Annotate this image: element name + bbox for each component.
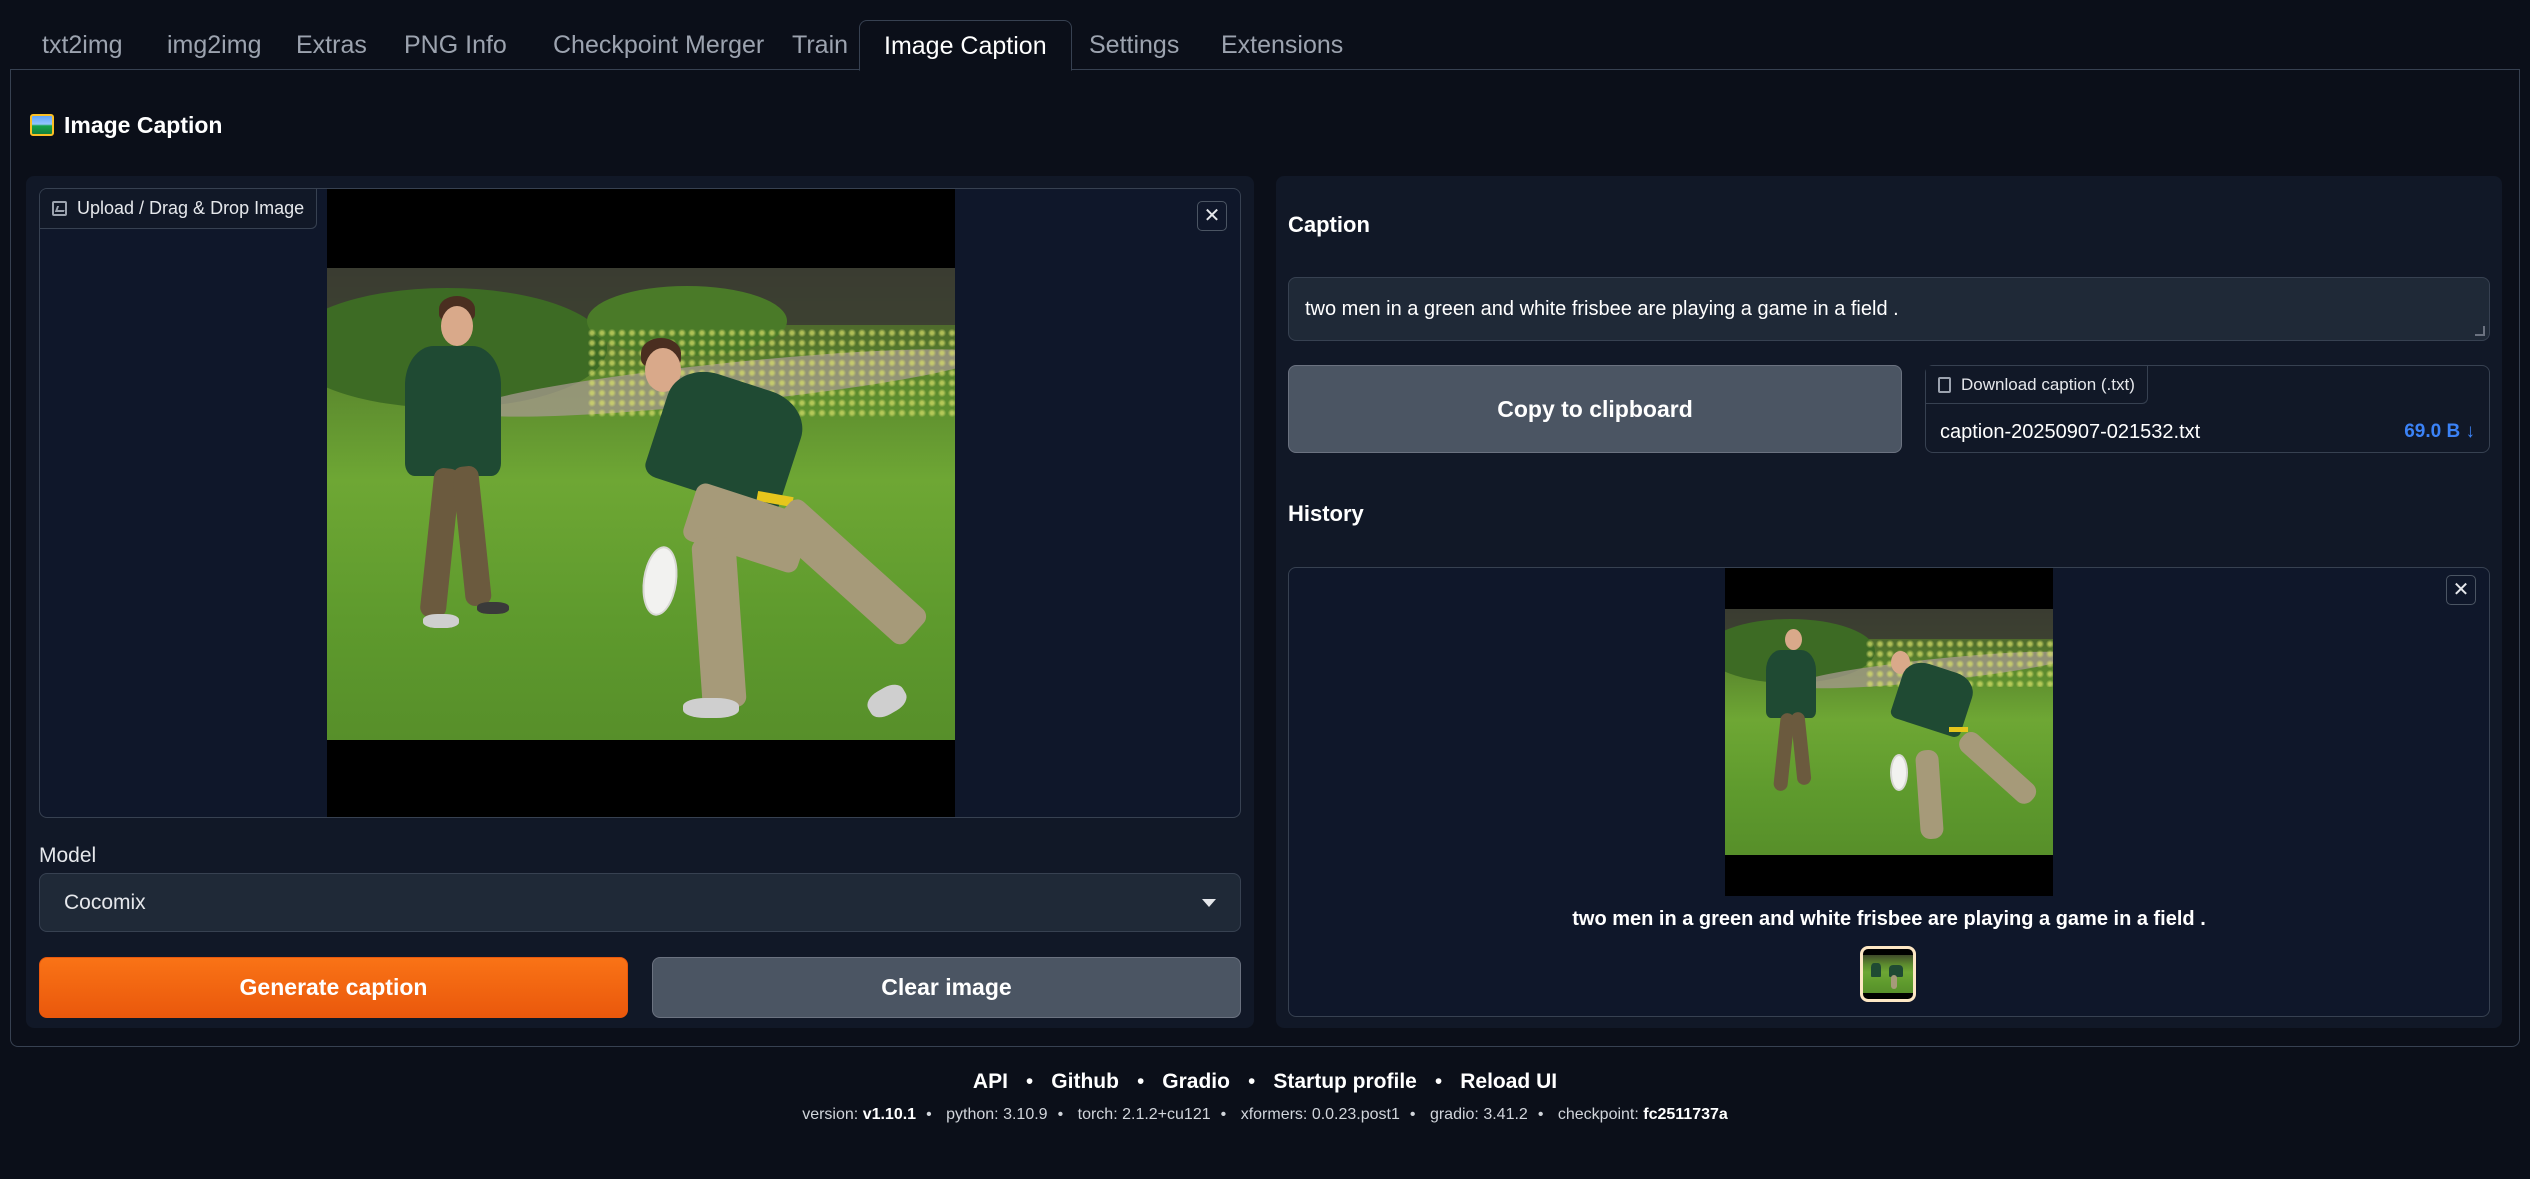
model-label: Model (39, 844, 97, 867)
frisbee-photo (327, 268, 955, 740)
footer-link-reload-ui[interactable]: Reload UI (1460, 1070, 1557, 1093)
history-caption: two men in a green and white frisbee are… (1572, 908, 2206, 930)
file-name[interactable]: caption-20250907-021532.txt (1940, 421, 2200, 444)
footer-link-startup-profile[interactable]: Startup profile (1273, 1070, 1417, 1093)
resize-handle-icon[interactable] (2475, 326, 2485, 336)
footer-links: API • Github • Gradio • Startup profile • Reload… (972, 1070, 1558, 1093)
caption-textarea[interactable]: two men in a green and white frisbee are… (1288, 277, 2490, 341)
uploaded-image (327, 189, 955, 817)
xformers-value: 0.0.23.post1 (1311, 1106, 1400, 1123)
tab-img2img[interactable]: img2img (143, 20, 285, 70)
download-caption-file: Download caption (.txt) caption-20250907… (1925, 365, 2490, 453)
framed-picture-icon (30, 114, 54, 136)
tab-checkpoint-merger[interactable]: Checkpoint Merger (529, 20, 788, 70)
footer-link-github[interactable]: Github (1051, 1070, 1119, 1093)
python-value: 3.10.9 (1003, 1106, 1048, 1123)
generate-caption-button[interactable]: Generate caption (39, 957, 628, 1018)
model-dropdown[interactable]: Cocomix (39, 873, 1241, 932)
page-title: Image Caption (30, 108, 222, 142)
tab-train[interactable]: Train (768, 20, 872, 70)
file-size-download-link[interactable]: 69.0 B ↓ (2404, 421, 2475, 443)
download-label: Download caption (.txt) (1926, 366, 2148, 404)
file-icon (1938, 376, 1951, 393)
upload-label-text: Upload / Drag & Drop Image (77, 198, 305, 218)
model-dropdown-value: Cocomix (64, 890, 146, 914)
version-value: v1.10.1 (862, 1106, 917, 1123)
torch-value: 2.1.2+cu121 (1122, 1106, 1211, 1123)
copy-to-clipboard-button[interactable]: Copy to clipboard (1288, 365, 1902, 453)
footer-version-info: version: v1.10.1 • python: 3.10.9 • torch:… (802, 1106, 1728, 1123)
tab-settings[interactable]: Settings (1065, 20, 1203, 70)
page-title-text: Image Caption (64, 111, 223, 138)
image-upload-area[interactable]: Upload / Drag & Drop Image ✕ (39, 188, 1241, 818)
upload-label: Upload / Drag & Drop Image (40, 189, 318, 229)
torch-label: torch: (1077, 1106, 1118, 1123)
tab-image-caption[interactable]: Image Caption (859, 20, 1072, 71)
gradio-value: 3.41.2 (1483, 1106, 1528, 1123)
history-section-title: History (1288, 501, 1364, 526)
caption-section-title: Caption (1288, 212, 1370, 237)
tab-png-info[interactable]: PNG Info (380, 20, 531, 70)
tab-extras[interactable]: Extras (272, 20, 391, 70)
tab-bar: txt2img img2img Extras PNG Info Checkpoi… (10, 20, 2520, 71)
python-label: python: (946, 1106, 999, 1123)
xformers-label: xformers: (1240, 1106, 1308, 1123)
history-thumbnail[interactable] (1860, 946, 1916, 1002)
close-preview-button[interactable]: ✕ (2446, 575, 2476, 605)
download-file-row[interactable]: caption-20250907-021532.txt 69.0 B ↓ (1926, 412, 2489, 452)
history-preview-image[interactable] (1725, 568, 2053, 896)
tab-extensions[interactable]: Extensions (1197, 20, 1367, 70)
checkpoint-value[interactable]: fc2511737a (1643, 1106, 1728, 1123)
footer-link-gradio[interactable]: Gradio (1162, 1070, 1230, 1093)
thumbnail-photo (1863, 955, 1913, 993)
caption-text: two men in a green and white frisbee are… (1305, 297, 1899, 320)
chevron-down-icon (1202, 898, 1216, 907)
tab-txt2img[interactable]: txt2img (18, 20, 147, 70)
version-label: version: (802, 1106, 859, 1123)
clear-image-button[interactable]: Clear image (652, 957, 1241, 1018)
footer-link-api[interactable]: API (973, 1070, 1008, 1093)
remove-image-button[interactable]: ✕ (1197, 201, 1227, 231)
image-icon (52, 201, 67, 216)
history-photo (1725, 609, 2053, 855)
checkpoint-label: checkpoint: (1557, 1106, 1639, 1123)
gradio-label: gradio: (1429, 1106, 1479, 1123)
download-label-text: Download caption (.txt) (1961, 374, 2135, 394)
